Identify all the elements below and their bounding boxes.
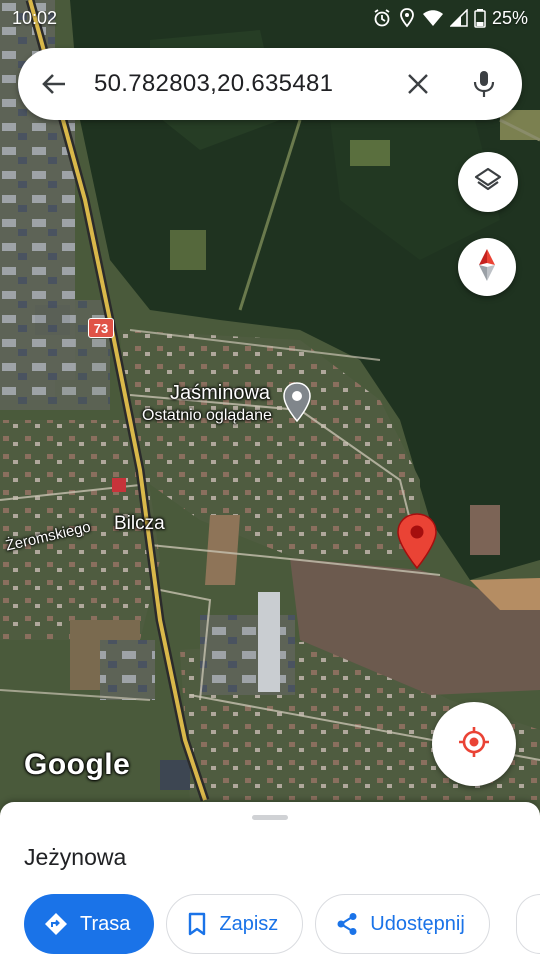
more-actions-chip[interactable] bbox=[516, 894, 540, 954]
bookmark-icon bbox=[187, 912, 207, 936]
my-location-button[interactable] bbox=[432, 702, 516, 786]
battery-icon bbox=[474, 8, 486, 28]
status-time: 10:02 bbox=[12, 7, 58, 28]
village-label: Bilcza bbox=[114, 513, 165, 534]
clear-icon[interactable] bbox=[400, 66, 436, 102]
directions-label: Trasa bbox=[80, 912, 131, 935]
wifi-icon bbox=[422, 9, 444, 27]
route-shield: 73 bbox=[88, 318, 114, 338]
recent-place-pin-icon[interactable] bbox=[283, 382, 311, 427]
my-location-icon bbox=[457, 725, 491, 764]
action-chips: Trasa Zapisz Udostępnij bbox=[24, 894, 490, 954]
place-name: Jeżynowa bbox=[24, 844, 127, 870]
microphone-icon[interactable] bbox=[466, 66, 502, 102]
share-icon bbox=[336, 912, 358, 936]
dropped-pin-icon[interactable] bbox=[396, 512, 438, 575]
place-pin-title[interactable]: Jaśminowa bbox=[170, 382, 270, 405]
save-button[interactable]: Zapisz bbox=[166, 894, 304, 954]
status-bar: 10:02 25% bbox=[0, 0, 540, 36]
battery-percent: 25% bbox=[491, 7, 528, 28]
search-query[interactable]: 50.782803,20.635481 bbox=[94, 70, 400, 98]
drag-handle[interactable] bbox=[252, 815, 288, 820]
google-logo: Google bbox=[24, 748, 131, 781]
search-bar[interactable]: 50.782803,20.635481 bbox=[18, 48, 522, 120]
signal-icon bbox=[449, 9, 468, 27]
back-arrow-icon[interactable] bbox=[38, 68, 70, 100]
layers-button[interactable] bbox=[458, 152, 518, 212]
save-label: Zapisz bbox=[219, 912, 279, 935]
place-bottom-sheet[interactable]: Jeżynowa Trasa Zapisz Udostępnij bbox=[0, 802, 540, 960]
place-pin-subtitle: Ostatnio oglądane bbox=[142, 407, 272, 424]
location-icon bbox=[398, 8, 416, 28]
share-label: Udostępnij bbox=[370, 912, 465, 935]
share-button[interactable]: Udostępnij bbox=[315, 894, 490, 954]
layers-icon bbox=[474, 166, 502, 199]
compass-button[interactable] bbox=[458, 238, 516, 296]
compass-icon bbox=[475, 247, 499, 288]
alarm-icon bbox=[372, 8, 392, 28]
directions-button[interactable]: Trasa bbox=[24, 894, 155, 954]
status-icons: 25% bbox=[372, 8, 528, 29]
directions-icon bbox=[44, 912, 68, 936]
